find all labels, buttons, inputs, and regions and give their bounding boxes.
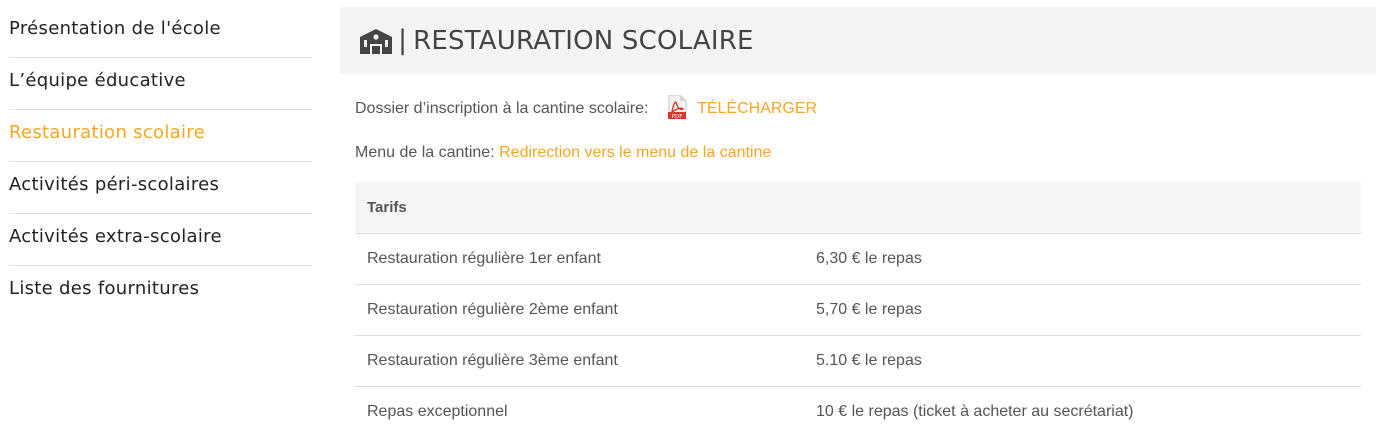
page-title: RESTAURATION SCOLAIRE — [413, 26, 754, 56]
row-label: Restauration régulière 2ème enfant — [355, 285, 804, 336]
row-label: Restauration régulière 1er enfant — [355, 234, 804, 285]
row-price: 5,70 € le repas — [804, 285, 1361, 336]
table-row: Restauration régulière 1er enfant 6,30 €… — [355, 234, 1361, 285]
row-price: 5.10 € le repas — [804, 336, 1361, 387]
table-header-row: Tarifs — [355, 182, 1361, 234]
table-row: Restauration régulière 2ème enfant 5,70 … — [355, 285, 1361, 336]
title-separator: | — [398, 25, 407, 56]
row-price: 6,30 € le repas — [804, 234, 1361, 285]
sidebar-item-equipe[interactable]: L’équipe éducative — [9, 58, 312, 110]
dossier-label: Dossier d’inscription à la cantine scola… — [355, 100, 648, 117]
row-label: Restauration régulière 3ème enfant — [355, 336, 804, 387]
sidebar: Présentation de l'école L’équipe éducati… — [9, 6, 312, 318]
dossier-line: Dossier d’inscription à la cantine scola… — [355, 95, 817, 119]
download-link[interactable]: TÉLÉCHARGER — [697, 100, 817, 117]
menu-line: Menu de la cantine: Redirection vers le … — [355, 144, 771, 162]
page-title-bar: | RESTAURATION SCOLAIRE — [340, 7, 1376, 74]
row-price: 10 € le repas (ticket à acheter au secré… — [804, 387, 1361, 437]
main-content: | RESTAURATION SCOLAIRE Dossier d’inscri… — [340, 7, 1376, 74]
table-row: Repas exceptionnel 10 € le repas (ticket… — [355, 387, 1361, 437]
sidebar-item-restauration[interactable]: Restauration scolaire — [9, 110, 312, 162]
menu-label: Menu de la cantine: — [355, 144, 495, 161]
menu-link[interactable]: Redirection vers le menu de la cantine — [499, 144, 771, 161]
sidebar-item-presentation[interactable]: Présentation de l'école — [9, 6, 312, 58]
row-label: Repas exceptionnel — [355, 387, 804, 437]
pdf-icon[interactable]: PDF — [667, 95, 687, 119]
school-building-icon — [358, 27, 394, 55]
svg-text:PDF: PDF — [672, 114, 683, 119]
table-row: Restauration régulière 3ème enfant 5.10 … — [355, 336, 1361, 387]
sidebar-item-extrascolaire[interactable]: Activités extra-scolaire — [9, 214, 312, 266]
sidebar-item-fournitures[interactable]: Liste des fournitures — [9, 266, 312, 318]
tarifs-table: Tarifs Restauration régulière 1er enfant… — [355, 182, 1361, 437]
table-header: Tarifs — [355, 182, 1361, 234]
sidebar-item-periscolaires[interactable]: Activités péri-scolaires — [9, 162, 312, 214]
